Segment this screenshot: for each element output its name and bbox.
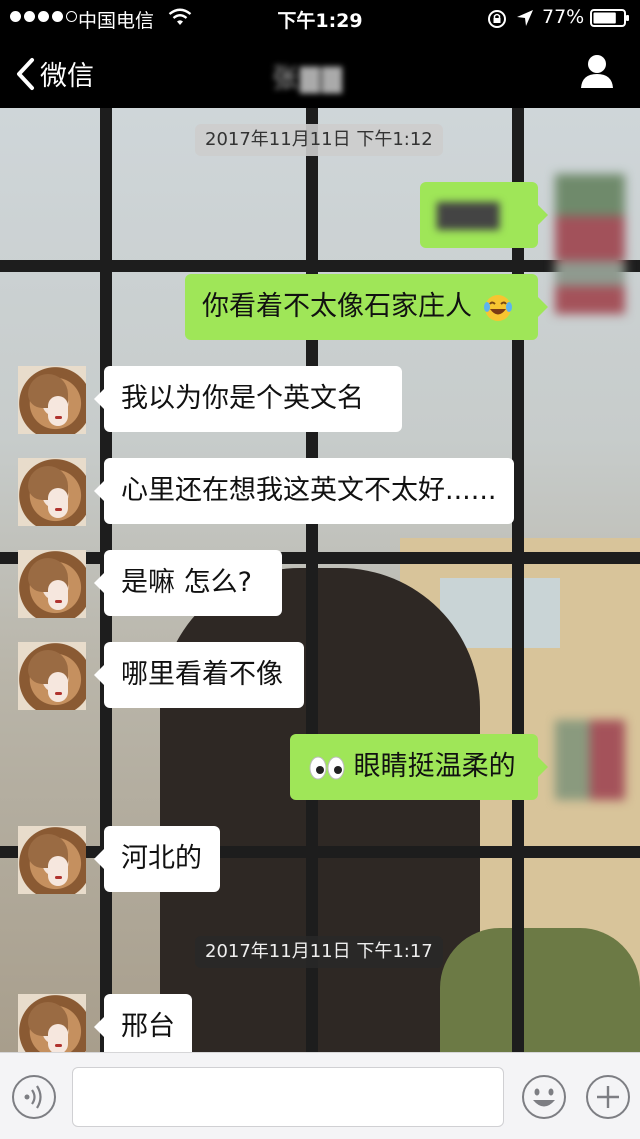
input-bar [0, 1052, 640, 1139]
outgoing-message[interactable]: 眼睛挺温柔的 [290, 734, 548, 800]
incoming-message[interactable]: 我以为你是个英文名 [94, 366, 402, 432]
nav-bar: 微信 张▇▇ [0, 36, 640, 108]
window-frame [0, 260, 640, 272]
back-label: 微信 [40, 61, 94, 92]
message-timestamp: 2017年11月11日 下午1:17 [195, 936, 443, 968]
message-input[interactable] [72, 1067, 504, 1127]
background-person-silhouette [160, 568, 480, 1052]
message-text: ▇▇▇ [437, 199, 500, 230]
incoming-message[interactable]: 邢台 [94, 994, 192, 1052]
outgoing-message[interactable]: 你看着不太像石家庄人 [185, 274, 548, 340]
incoming-message[interactable]: 河北的 [94, 826, 220, 892]
battery-percent: 77% [542, 6, 585, 28]
incoming-message[interactable]: 是嘛 怎么? [94, 550, 282, 616]
message-timestamp: 2017年11月11日 下午1:12 [195, 124, 443, 156]
plus-icon[interactable] [584, 1073, 632, 1121]
contact-avatar[interactable] [18, 826, 86, 894]
battery-icon [590, 9, 629, 27]
chat-title: 张▇▇ [272, 64, 344, 94]
contact-avatar[interactable] [18, 642, 86, 710]
window-frame [306, 108, 318, 1052]
message-text: 我以为你是个英文名 [121, 383, 364, 414]
back-button[interactable]: 微信 [14, 54, 94, 93]
window-frame [0, 552, 640, 564]
contact-avatar[interactable] [18, 366, 86, 434]
message-text: 邢台 [121, 1011, 175, 1042]
my-avatar[interactable] [555, 720, 625, 800]
voice-icon[interactable] [10, 1073, 58, 1121]
contact-avatar[interactable] [18, 458, 86, 526]
message-text: 是嘛 怎么? [121, 567, 252, 598]
contact-avatar[interactable] [18, 994, 86, 1052]
message-text: 心里还在想我这英文不太好...... [121, 475, 497, 506]
location-arrow-icon [517, 10, 533, 26]
eyes-emoji [309, 756, 345, 779]
my-avatar[interactable] [555, 174, 625, 314]
incoming-message[interactable]: 哪里看着不像 [94, 642, 304, 708]
chat-area[interactable]: 2017年11月11日 下午1:12 ▇▇▇ 你看着不太像石家庄人 我以为你是个… [0, 108, 640, 1052]
message-text: 哪里看着不像 [121, 659, 283, 690]
laughing-tears-emoji [483, 294, 512, 321]
contact-avatar[interactable] [18, 550, 86, 618]
message-text: 河北的 [121, 843, 202, 874]
message-text: 你看着不太像石家庄人 [202, 291, 472, 322]
person-icon[interactable] [578, 52, 616, 90]
chevron-left-icon [17, 57, 34, 90]
window-frame [512, 108, 524, 1052]
rotation-lock-icon [488, 10, 506, 28]
background-plant [440, 928, 640, 1052]
message-text: 眼睛挺温柔的 [353, 751, 516, 782]
incoming-message[interactable]: 心里还在想我这英文不太好...... [94, 458, 514, 524]
outgoing-message[interactable]: ▇▇▇ [420, 182, 548, 248]
emoji-icon[interactable] [520, 1073, 568, 1121]
status-bar: 中国电信 下午1:29 77% [0, 0, 640, 36]
